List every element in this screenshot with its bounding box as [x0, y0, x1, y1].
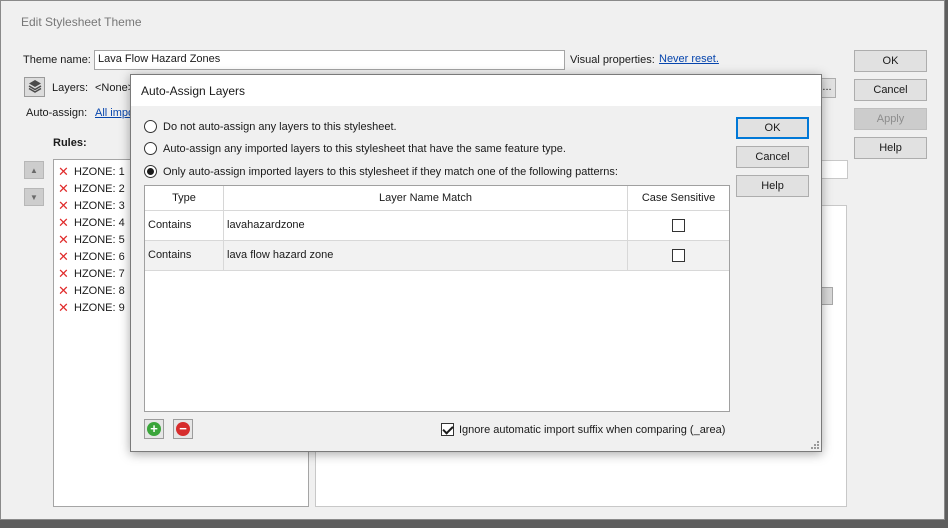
column-header-case-sensitive[interactable]: Case Sensitive: [628, 186, 729, 210]
dialog-help-button[interactable]: Help: [736, 175, 809, 197]
case-cell: [628, 241, 729, 270]
move-rule-down-button[interactable]: ▼: [24, 188, 44, 206]
delete-x-icon: ✕: [58, 181, 69, 196]
plus-icon: +: [147, 422, 161, 436]
never-reset-link[interactable]: Never reset.: [659, 53, 719, 65]
case-sensitive-checkbox[interactable]: [672, 248, 685, 262]
triangle-up-icon: ▲: [30, 165, 38, 175]
theme-name-label: Theme name:: [23, 54, 91, 66]
table-row[interactable]: Contains lavahazardzone: [145, 210, 729, 240]
option-same-feature-type[interactable]: Auto-assign any imported layers to this …: [144, 142, 566, 155]
rule-field-stub[interactable]: [820, 160, 848, 179]
match-cell[interactable]: lavahazardzone: [224, 211, 628, 240]
main-cancel-button[interactable]: Cancel: [854, 79, 927, 101]
layers-label: Layers:: [52, 82, 89, 94]
option-match-patterns[interactable]: Only auto-assign imported layers to this…: [144, 165, 618, 178]
delete-x-icon: ✕: [58, 198, 69, 213]
type-cell[interactable]: Contains: [145, 241, 224, 270]
delete-x-icon: ✕: [58, 266, 69, 281]
column-header-layer-name-match[interactable]: Layer Name Match: [224, 186, 628, 210]
ignore-suffix-option[interactable]: Ignore automatic import suffix when comp…: [441, 423, 725, 436]
window-title: Edit Stylesheet Theme: [21, 15, 142, 29]
row-divider: [145, 270, 729, 271]
main-apply-button[interactable]: Apply: [854, 108, 927, 130]
column-header-type[interactable]: Type: [145, 186, 224, 210]
dialog-cancel-button[interactable]: Cancel: [736, 146, 809, 168]
ignore-suffix-checkbox[interactable]: [441, 423, 454, 436]
layers-value: <None>: [95, 82, 135, 94]
delete-x-icon: ✕: [58, 300, 69, 315]
minus-icon: −: [176, 422, 190, 436]
main-ok-button[interactable]: OK: [854, 50, 927, 72]
radio-button[interactable]: [144, 142, 157, 155]
delete-x-icon: ✕: [58, 215, 69, 230]
patterns-table: Type Layer Name Match Case Sensitive Con…: [144, 185, 730, 412]
visual-properties-label: Visual properties:: [570, 54, 655, 66]
auto-assign-label: Auto-assign:: [26, 107, 88, 119]
dialog-title: Auto-Assign Layers: [131, 75, 821, 106]
case-cell: [628, 211, 729, 240]
rules-label: Rules:: [53, 137, 87, 149]
dialog-ok-button[interactable]: OK: [736, 117, 809, 139]
move-rule-up-button[interactable]: ▲: [24, 161, 44, 179]
auto-assign-layers-dialog: Auto-Assign Layers Do not auto-assign an…: [130, 74, 822, 452]
case-sensitive-checkbox[interactable]: [672, 218, 685, 232]
delete-x-icon: ✕: [58, 232, 69, 247]
match-cell[interactable]: lava flow hazard zone: [224, 241, 628, 270]
delete-x-icon: ✕: [58, 249, 69, 264]
resize-grip-icon[interactable]: [809, 439, 819, 449]
layers-icon: [28, 79, 42, 96]
delete-x-icon: ✕: [58, 283, 69, 298]
table-row[interactable]: Contains lava flow hazard zone: [145, 240, 729, 270]
auto-assign-link[interactable]: All impo: [95, 107, 134, 119]
layers-button[interactable]: [24, 77, 45, 97]
delete-x-icon: ✕: [58, 164, 69, 179]
main-help-button[interactable]: Help: [854, 137, 927, 159]
radio-button[interactable]: [144, 120, 157, 133]
remove-pattern-button[interactable]: −: [173, 419, 193, 439]
radio-button-selected[interactable]: [144, 165, 157, 178]
triangle-down-icon: ▼: [30, 192, 38, 202]
option-no-auto-assign[interactable]: Do not auto-assign any layers to this st…: [144, 120, 397, 133]
add-pattern-button[interactable]: +: [144, 419, 164, 439]
type-cell[interactable]: Contains: [145, 211, 224, 240]
theme-name-input[interactable]: Lava Flow Hazard Zones: [94, 50, 565, 70]
